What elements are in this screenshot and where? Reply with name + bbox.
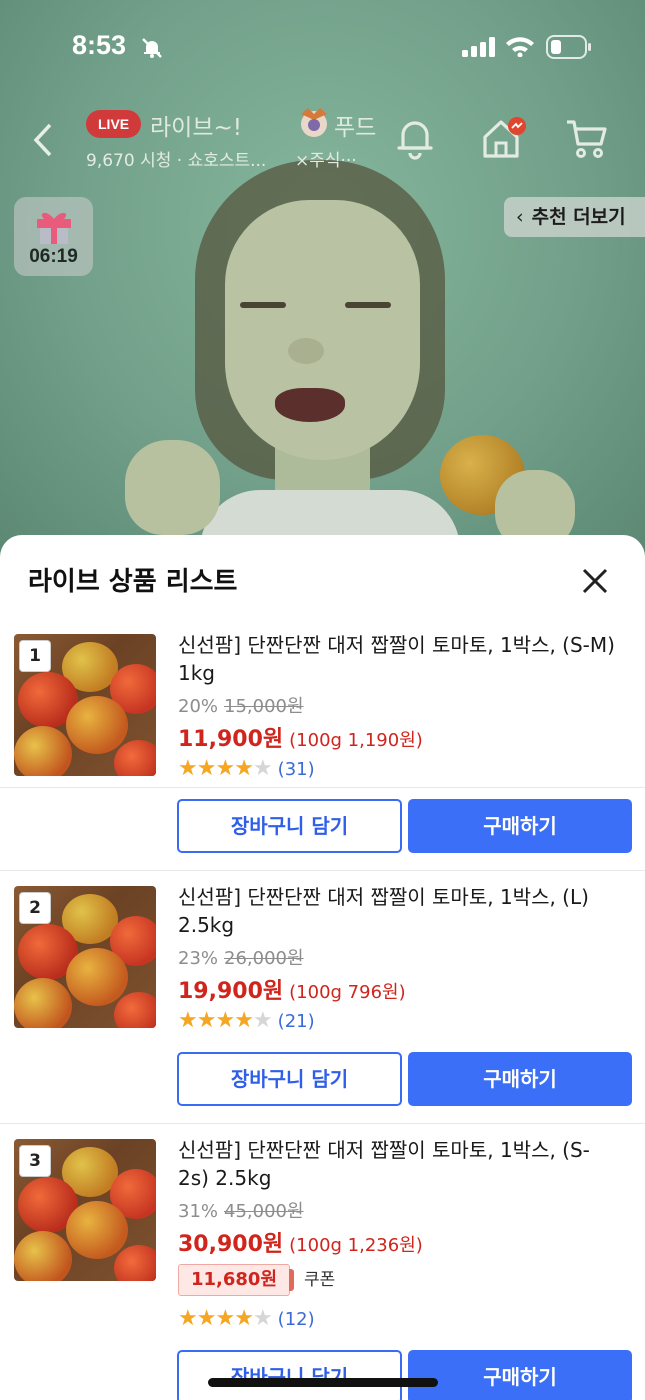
unit-price: (100g 796원) [289,982,406,1003]
discount-info: 23% 26,000원 [178,944,304,970]
discount-rate: 31% [178,1201,219,1222]
bell-muted-icon [141,37,163,63]
home-icon[interactable] [481,116,527,164]
star-icon: ★ [178,756,198,781]
host-hand-left [125,440,220,535]
gift-box-icon [34,207,74,249]
recommend-more-label: 추천 더보기 [531,206,626,228]
coupon-price: 11,680원 [178,1264,295,1296]
star-icon: ★ [178,1306,198,1331]
star-icon: ★ [196,756,217,781]
viewer-count: 9,670 시청 · 쇼호스트... [86,151,267,171]
sale-price: 19,900원 [178,979,284,1004]
company-name: ×주식··· [295,151,357,171]
rating: ★★★★★ (31) [178,756,315,781]
product-name[interactable]: 신선팜] 단짠단짠 대저 짭짤이 토마토, 1박스, (L) 2.5kg [178,883,618,939]
shopping-cart-icon[interactable] [565,116,609,164]
rating: ★★★★★ (12) [178,1306,315,1331]
status-time: 8:53 [72,30,127,60]
host-mouth [275,388,345,422]
rating: ★★★★★ (21) [178,1008,315,1033]
product-item[interactable]: 1 신선팜] 단짠단짠 대저 짭짤이 토마토, 1박스, (S-M) 1kg 2… [0,535,645,853]
product-thumbnail[interactable]: 3 [14,1139,156,1281]
star-icon: ★ [234,1008,254,1033]
discount-rate: 20% [178,696,219,717]
star-empty-icon: ★ [252,1306,273,1331]
rank-badge: 1 [19,640,51,672]
star-icon: ★ [178,1008,198,1033]
gift-timer[interactable]: 06:19 [14,197,93,276]
sale-price: 11,900원 [178,727,284,752]
star-icon: ★ [215,756,235,781]
star-empty-icon: ★ [252,756,273,781]
product-thumbnail[interactable]: 2 [14,886,156,1028]
host-eye-left [240,302,286,308]
rank-badge: 2 [19,892,51,924]
gift-countdown: 06:19 [29,246,78,267]
cellular-signal-icon [462,37,496,61]
live-badge: LIVE [86,110,142,138]
original-price: 26,000원 [224,948,304,969]
product-item[interactable]: 3 신선팜] 단짠단짠 대저 짭짤이 토마토, 1박스, (S-2s) 2.5k… [0,1040,645,1400]
star-icon: ★ [215,1008,235,1033]
original-price: 45,000원 [224,1201,304,1222]
notification-bell-icon[interactable] [396,116,434,164]
chevron-left-icon [33,123,52,157]
add-to-cart-button[interactable]: 장바구니 담기 [177,1350,402,1400]
host-eye-right [345,302,391,308]
host-face [225,200,420,460]
review-count[interactable]: (12) [278,1309,315,1330]
recommend-more-button[interactable]: ‹ 추천 더보기 [504,197,645,237]
host-nose [288,338,324,364]
unit-price: (100g 1,236원) [289,1235,423,1256]
rank-badge: 3 [19,1145,51,1177]
unit-price: (100g 1,190원) [289,730,423,751]
product-name[interactable]: 신선팜] 단짠단짠 대저 짭짤이 토마토, 1박스, (S-M) 1kg [178,631,618,687]
brand-name[interactable]: 푸드 [334,108,376,142]
status-bar: 8:53 [0,0,645,95]
star-icon: ★ [196,1306,217,1331]
review-count[interactable]: (31) [278,759,315,780]
price-info: 19,900원 (100g 796원) [178,973,406,1005]
home-indicator [208,1378,438,1387]
discount-info: 20% 15,000원 [178,692,304,718]
star-icon: ★ [196,1008,217,1033]
buy-now-button[interactable]: 구매하기 [408,1350,632,1400]
price-info: 11,900원 (100g 1,190원) [178,721,423,753]
battery-icon [546,35,592,63]
star-empty-icon: ★ [252,1008,273,1033]
coupon-row: 11,680원 쿠폰 [178,1264,335,1296]
product-thumbnail[interactable]: 1 [14,634,156,776]
live-title[interactable]: 라이브~! [150,108,242,142]
star-icon: ★ [234,756,254,781]
chevron-left-icon: ‹ [516,206,524,228]
product-item[interactable]: 2 신선팜] 단짠단짠 대저 짭짤이 토마토, 1박스, (L) 2.5kg 2… [0,787,645,1106]
back-button[interactable] [28,120,58,160]
price-info: 30,900원 (100g 1,236원) [178,1226,423,1258]
wifi-icon [505,35,535,61]
product-name[interactable]: 신선팜] 단짠단짠 대저 짭짤이 토마토, 1박스, (S-2s) 2.5kg [178,1136,618,1192]
discount-info: 31% 45,000원 [178,1197,304,1223]
discount-rate: 23% [178,948,219,969]
brand-logo-icon[interactable] [298,106,330,140]
star-icon: ★ [215,1306,235,1331]
star-icon: ★ [234,1306,254,1331]
review-count[interactable]: (21) [278,1011,315,1032]
original-price: 15,000원 [224,696,304,717]
coupon-label: 쿠폰 [304,1270,336,1290]
sale-price: 30,900원 [178,1232,284,1257]
